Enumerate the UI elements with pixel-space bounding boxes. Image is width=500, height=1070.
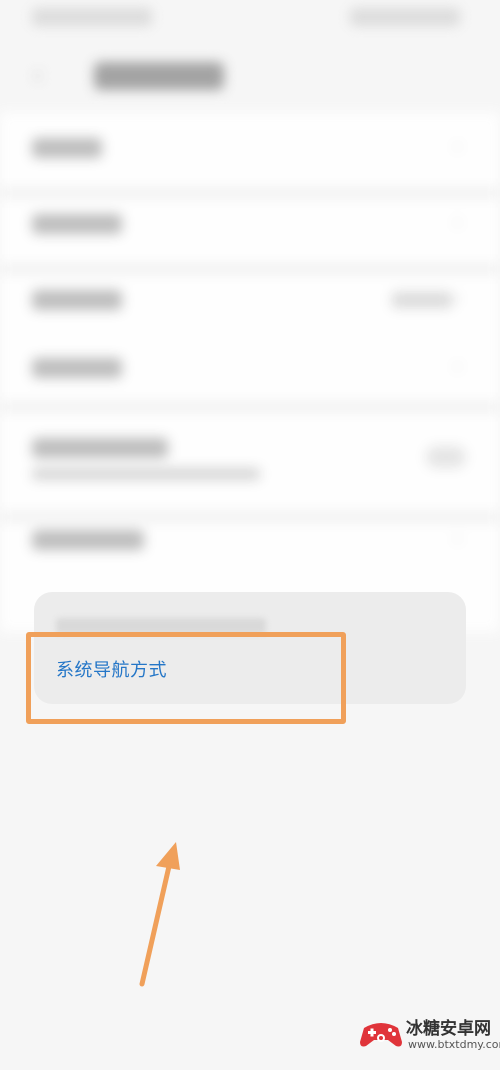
status-bar (0, 0, 500, 40)
toggle-switch[interactable] (426, 446, 466, 468)
status-bar-left (32, 8, 152, 26)
watermark-url: www.btxtdmy.com (408, 1038, 500, 1051)
settings-row[interactable]: › (0, 188, 500, 264)
divider (0, 402, 500, 412)
title-bar: ‹ (0, 48, 500, 108)
highlight-box (26, 632, 346, 724)
status-bar-right (350, 8, 460, 26)
watermark: 冰糖安卓网 www.btxtdmy.com (358, 1012, 500, 1058)
page-title (94, 62, 224, 90)
settings-row-label (32, 530, 144, 550)
chevron-right-icon: › (454, 136, 462, 157)
settings-row[interactable] (0, 412, 500, 512)
settings-row-description (32, 468, 260, 480)
settings-row-label (32, 290, 122, 310)
watermark-site-name: 冰糖安卓网 (406, 1019, 491, 1039)
settings-row[interactable]: › (0, 112, 500, 188)
chevron-right-icon: › (454, 528, 462, 549)
settings-row-value (392, 292, 452, 308)
settings-row-label (32, 438, 168, 458)
settings-row-label (32, 214, 122, 234)
chevron-right-icon: › (454, 356, 462, 377)
settings-row[interactable]: › (0, 504, 500, 580)
back-arrow-icon[interactable]: ‹ (32, 61, 54, 89)
settings-row-label (32, 138, 102, 158)
chevron-right-icon: › (454, 212, 462, 233)
settings-row[interactable]: › (0, 264, 500, 340)
arrow-up-icon (139, 842, 180, 987)
settings-row-label (32, 358, 122, 378)
settings-row[interactable]: › (0, 332, 500, 408)
gamepad-logo-icon (360, 1023, 402, 1047)
chevron-right-icon: › (454, 288, 462, 309)
screen: ‹ › › › › › 系统导航方式 冰糖安卓网 www.btxtdmy.com (0, 0, 500, 1070)
settings-list: › › › › › (0, 112, 500, 632)
